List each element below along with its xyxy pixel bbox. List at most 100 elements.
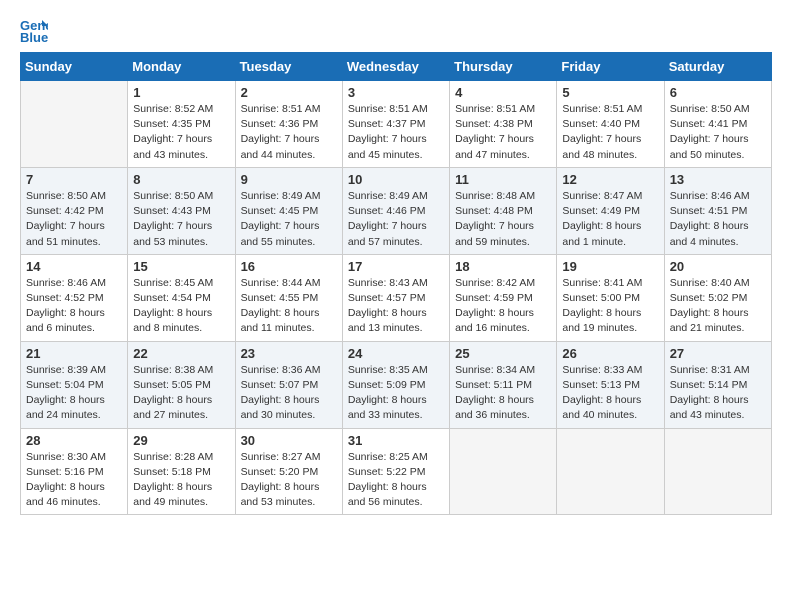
calendar-cell: 5 Sunrise: 8:51 AMSunset: 4:40 PMDaylight…: [557, 81, 664, 168]
day-number: 25: [455, 346, 551, 361]
calendar-cell: 2Sunrise: 8:51 AMSunset: 4:36 PMDaylight…: [235, 81, 342, 168]
svg-text:Blue: Blue: [20, 30, 48, 44]
day-number: 5: [562, 85, 658, 100]
day-number: 22: [133, 346, 229, 361]
day-header-friday: Friday: [557, 53, 664, 81]
day-header-monday: Monday: [128, 53, 235, 81]
day-number: 29: [133, 433, 229, 448]
calendar-cell: 15 Sunrise: 8:45 AMSunset: 4:54 PMDayligh…: [128, 254, 235, 341]
calendar-cell: 4Sunrise: 8:51 AMSunset: 4:38 PMDaylight…: [450, 81, 557, 168]
day-info: Sunrise: 8:50 AMSunset: 4:42 PMDaylight:…: [26, 189, 122, 250]
day-number: 28: [26, 433, 122, 448]
calendar-cell: 18 Sunrise: 8:42 AMSunset: 4:59 PMDayligh…: [450, 254, 557, 341]
day-number: 13: [670, 172, 766, 187]
day-info: Sunrise: 8:49 AMSunset: 4:45 PMDaylight:…: [241, 189, 337, 250]
day-number: 2: [241, 85, 337, 100]
calendar-cell: 23Sunrise: 8:36 AMSunset: 5:07 PMDayligh…: [235, 341, 342, 428]
day-header-saturday: Saturday: [664, 53, 771, 81]
calendar-week-row: 7 Sunrise: 8:50 AMSunset: 4:42 PMDaylight…: [21, 167, 772, 254]
day-info: Sunrise: 8:45 AMSunset: 4:54 PMDaylight:…: [133, 276, 229, 337]
calendar-cell: 17 Sunrise: 8:43 AMSunset: 4:57 PMDayligh…: [342, 254, 449, 341]
day-number: 27: [670, 346, 766, 361]
day-info: Sunrise: 8:31 AMSunset: 5:14 PMDaylight:…: [670, 363, 766, 424]
day-info: Sunrise: 8:33 AMSunset: 5:13 PMDaylight:…: [562, 363, 658, 424]
calendar-cell: 7 Sunrise: 8:50 AMSunset: 4:42 PMDaylight…: [21, 167, 128, 254]
day-info: Sunrise: 8:28 AMSunset: 5:18 PMDaylight:…: [133, 450, 229, 511]
day-info: Sunrise: 8:46 AMSunset: 4:51 PMDaylight:…: [670, 189, 766, 250]
day-info: Sunrise: 8:51 AMSunset: 4:37 PMDaylight:…: [348, 102, 444, 163]
day-number: 11: [455, 172, 551, 187]
calendar-cell: 1Sunrise: 8:52 AMSunset: 4:35 PMDaylight…: [128, 81, 235, 168]
day-header-tuesday: Tuesday: [235, 53, 342, 81]
calendar-week-row: 1Sunrise: 8:52 AMSunset: 4:35 PMDaylight…: [21, 81, 772, 168]
day-number: 4: [455, 85, 551, 100]
calendar-cell: 25Sunrise: 8:34 AMSunset: 5:11 PMDayligh…: [450, 341, 557, 428]
day-info: Sunrise: 8:49 AMSunset: 4:46 PMDaylight:…: [348, 189, 444, 250]
calendar-cell: 14 Sunrise: 8:46 AMSunset: 4:52 PMDayligh…: [21, 254, 128, 341]
day-info: Sunrise: 8:36 AMSunset: 5:07 PMDaylight:…: [241, 363, 337, 424]
day-number: 30: [241, 433, 337, 448]
day-number: 14: [26, 259, 122, 274]
day-header-sunday: Sunday: [21, 53, 128, 81]
calendar-cell: 3 Sunrise: 8:51 AMSunset: 4:37 PMDaylight…: [342, 81, 449, 168]
calendar-header-row: SundayMondayTuesdayWednesdayThursdayFrid…: [21, 53, 772, 81]
calendar-cell: 29 Sunrise: 8:28 AMSunset: 5:18 PMDayligh…: [128, 428, 235, 515]
calendar-cell: 30 Sunrise: 8:27 AMSunset: 5:20 PMDayligh…: [235, 428, 342, 515]
calendar-cell: 9 Sunrise: 8:49 AMSunset: 4:45 PMDaylight…: [235, 167, 342, 254]
calendar-week-row: 28Sunrise: 8:30 AMSunset: 5:16 PMDayligh…: [21, 428, 772, 515]
day-info: Sunrise: 8:43 AMSunset: 4:57 PMDaylight:…: [348, 276, 444, 337]
day-number: 3: [348, 85, 444, 100]
day-info: Sunrise: 8:38 AMSunset: 5:05 PMDaylight:…: [133, 363, 229, 424]
day-info: Sunrise: 8:50 AMSunset: 4:43 PMDaylight:…: [133, 189, 229, 250]
day-number: 8: [133, 172, 229, 187]
calendar-cell: 16Sunrise: 8:44 AMSunset: 4:55 PMDayligh…: [235, 254, 342, 341]
day-number: 19: [562, 259, 658, 274]
day-info: Sunrise: 8:27 AMSunset: 5:20 PMDaylight:…: [241, 450, 337, 511]
calendar-cell: 26 Sunrise: 8:33 AMSunset: 5:13 PMDayligh…: [557, 341, 664, 428]
day-number: 21: [26, 346, 122, 361]
page-header: General Blue: [20, 16, 772, 44]
calendar-cell: 28Sunrise: 8:30 AMSunset: 5:16 PMDayligh…: [21, 428, 128, 515]
day-header-wednesday: Wednesday: [342, 53, 449, 81]
day-number: 24: [348, 346, 444, 361]
calendar-cell: 13 Sunrise: 8:46 AMSunset: 4:51 PMDayligh…: [664, 167, 771, 254]
calendar-cell: 11 Sunrise: 8:48 AMSunset: 4:48 PMDayligh…: [450, 167, 557, 254]
logo: General Blue: [20, 16, 52, 44]
day-number: 31: [348, 433, 444, 448]
calendar-cell: 12 Sunrise: 8:47 AMSunset: 4:49 PMDayligh…: [557, 167, 664, 254]
day-info: Sunrise: 8:40 AMSunset: 5:02 PMDaylight:…: [670, 276, 766, 337]
day-number: 15: [133, 259, 229, 274]
day-number: 12: [562, 172, 658, 187]
day-number: 26: [562, 346, 658, 361]
day-info: Sunrise: 8:48 AMSunset: 4:48 PMDaylight:…: [455, 189, 551, 250]
calendar-cell: [450, 428, 557, 515]
day-info: Sunrise: 8:44 AMSunset: 4:55 PMDaylight:…: [241, 276, 337, 337]
day-number: 18: [455, 259, 551, 274]
day-header-thursday: Thursday: [450, 53, 557, 81]
day-number: 9: [241, 172, 337, 187]
day-info: Sunrise: 8:51 AMSunset: 4:40 PMDaylight:…: [562, 102, 658, 163]
calendar-week-row: 21Sunrise: 8:39 AMSunset: 5:04 PMDayligh…: [21, 341, 772, 428]
calendar-cell: 8 Sunrise: 8:50 AMSunset: 4:43 PMDaylight…: [128, 167, 235, 254]
day-number: 20: [670, 259, 766, 274]
calendar-cell: 10 Sunrise: 8:49 AMSunset: 4:46 PMDayligh…: [342, 167, 449, 254]
calendar-cell: 6 Sunrise: 8:50 AMSunset: 4:41 PMDaylight…: [664, 81, 771, 168]
day-number: 7: [26, 172, 122, 187]
day-info: Sunrise: 8:47 AMSunset: 4:49 PMDaylight:…: [562, 189, 658, 250]
day-info: Sunrise: 8:50 AMSunset: 4:41 PMDaylight:…: [670, 102, 766, 163]
day-info: Sunrise: 8:41 AMSunset: 5:00 PMDaylight:…: [562, 276, 658, 337]
day-info: Sunrise: 8:46 AMSunset: 4:52 PMDaylight:…: [26, 276, 122, 337]
calendar-cell: 27 Sunrise: 8:31 AMSunset: 5:14 PMDayligh…: [664, 341, 771, 428]
calendar-cell: 21Sunrise: 8:39 AMSunset: 5:04 PMDayligh…: [21, 341, 128, 428]
day-info: Sunrise: 8:42 AMSunset: 4:59 PMDaylight:…: [455, 276, 551, 337]
calendar-cell: 22 Sunrise: 8:38 AMSunset: 5:05 PMDayligh…: [128, 341, 235, 428]
day-info: Sunrise: 8:35 AMSunset: 5:09 PMDaylight:…: [348, 363, 444, 424]
day-number: 10: [348, 172, 444, 187]
day-number: 17: [348, 259, 444, 274]
logo-icon: General Blue: [20, 16, 48, 44]
calendar-week-row: 14 Sunrise: 8:46 AMSunset: 4:52 PMDayligh…: [21, 254, 772, 341]
calendar-cell: 31Sunrise: 8:25 AMSunset: 5:22 PMDayligh…: [342, 428, 449, 515]
calendar-table: SundayMondayTuesdayWednesdayThursdayFrid…: [20, 52, 772, 515]
calendar-cell: 19 Sunrise: 8:41 AMSunset: 5:00 PMDayligh…: [557, 254, 664, 341]
day-number: 6: [670, 85, 766, 100]
